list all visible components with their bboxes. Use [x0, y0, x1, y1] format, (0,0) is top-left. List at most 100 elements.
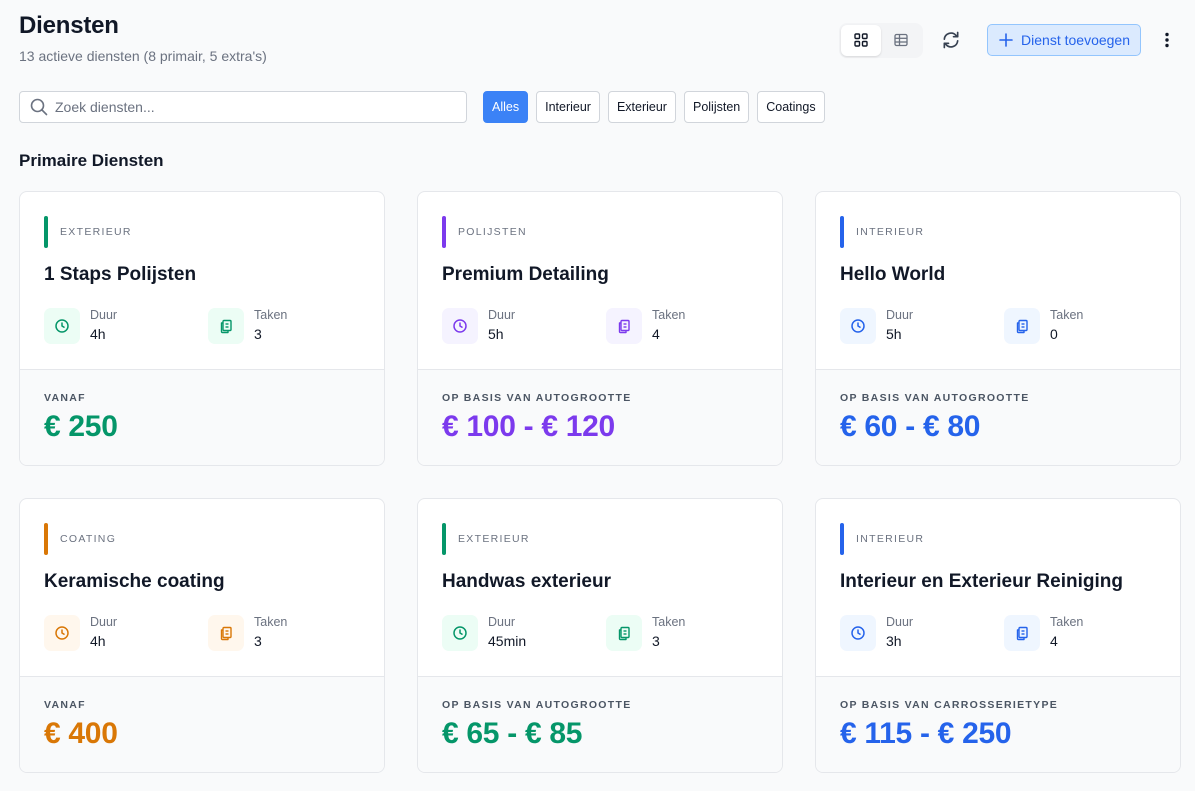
category-label: COATING — [60, 533, 117, 545]
tasks-label: Taken — [254, 614, 288, 629]
price-label: OP BASIS VAN AUTOGROOTTE — [840, 392, 1030, 404]
grid-icon — [854, 33, 868, 47]
search-icon — [30, 98, 48, 116]
clipboard-icon — [220, 626, 232, 641]
duration-value: 5h — [886, 325, 902, 342]
price-label: VANAF — [44, 392, 86, 404]
grid-view-button[interactable] — [841, 24, 882, 56]
price-label: OP BASIS VAN AUTOGROOTTE — [442, 699, 632, 711]
price-value: € 100 - € 120 — [442, 410, 615, 443]
price-section: VANAF € 400 — [20, 676, 384, 772]
price-label: VANAF — [44, 699, 86, 711]
tasks-icon-box — [606, 615, 642, 651]
clock-icon — [453, 626, 467, 640]
tasks-value: 4 — [1050, 632, 1058, 649]
service-category: POLIJSTEN — [442, 216, 527, 248]
duration-icon-box — [44, 308, 80, 344]
filter-interieur[interactable]: Interieur — [536, 91, 600, 123]
duration-label: Duur — [488, 614, 516, 629]
tasks-label: Taken — [1050, 614, 1084, 629]
filter-all[interactable]: Alles — [483, 91, 529, 123]
refresh-icon — [943, 31, 959, 49]
service-category: COATING — [44, 523, 116, 555]
more-vertical-icon — [1165, 32, 1169, 48]
filter-polijsten[interactable]: Polijsten — [683, 91, 750, 123]
duration-value: 4h — [90, 325, 106, 342]
service-name: 1 Staps Polijsten — [44, 264, 197, 285]
tasks-icon-box — [606, 308, 642, 344]
service-card[interactable]: COATING Keramische coating Duur 4h Taken — [19, 498, 385, 773]
service-name: Keramische coating — [44, 571, 225, 592]
clock-icon — [55, 319, 69, 333]
price-value: € 115 - € 250 — [840, 717, 1012, 750]
clipboard-icon — [220, 319, 232, 334]
duration-icon-box — [840, 308, 876, 344]
tasks-value: 3 — [254, 632, 262, 649]
tasks-stat: Taken 3 — [606, 615, 685, 651]
service-card[interactable]: POLIJSTEN Premium Detailing Duur 5h Take… — [417, 191, 783, 466]
service-card[interactable]: INTERIEUR Interieur en Exterieur Reinigi… — [815, 498, 1181, 773]
tasks-stat: Taken 0 — [1004, 308, 1083, 344]
tasks-stat: Taken 3 — [208, 308, 287, 344]
price-section: VANAF € 250 — [20, 369, 384, 465]
service-card[interactable]: INTERIEUR Hello World Duur 5h Taken 0 OP… — [815, 191, 1181, 466]
price-label: OP BASIS VAN AUTOGROOTTE — [442, 392, 632, 404]
service-category: INTERIEUR — [840, 523, 924, 555]
duration-label: Duur — [90, 307, 118, 322]
service-category: EXTERIEUR — [44, 216, 132, 248]
service-name: Interieur en Exterieur Reiniging — [840, 571, 1123, 592]
duration-icon-box — [442, 308, 478, 344]
tasks-label: Taken — [1050, 307, 1084, 322]
more-options-button[interactable] — [1157, 24, 1177, 56]
category-accent-bar — [442, 523, 446, 555]
service-name: Hello World — [840, 264, 946, 285]
tasks-value: 3 — [652, 632, 660, 649]
add-service-label: Dienst toevoegen — [1021, 32, 1130, 48]
service-name: Premium Detailing — [442, 264, 609, 285]
category-label: EXTERIEUR — [458, 533, 530, 545]
tasks-label: Taken — [254, 307, 288, 322]
category-label: POLIJSTEN — [458, 226, 527, 238]
duration-icon-box — [840, 615, 876, 651]
duration-label: Duur — [886, 614, 914, 629]
duration-icon-box — [44, 615, 80, 651]
category-accent-bar — [44, 523, 48, 555]
duration-stat: Duur 4h — [44, 615, 117, 651]
refresh-button[interactable] — [933, 22, 969, 58]
tasks-icon-box — [1004, 615, 1040, 651]
tasks-value: 0 — [1050, 325, 1058, 342]
tasks-label: Taken — [652, 307, 686, 322]
search-input[interactable] — [55, 99, 435, 115]
filter-exterieur[interactable]: Exterieur — [607, 91, 676, 123]
duration-value: 45min — [488, 632, 527, 649]
tasks-stat: Taken 4 — [1004, 615, 1083, 651]
duration-stat: Duur 5h — [442, 308, 515, 344]
price-section: OP BASIS VAN AUTOGROOTTE € 65 - € 85 — [418, 676, 782, 772]
category-accent-bar — [840, 216, 844, 248]
price-label: OP BASIS VAN CARROSSERIETYPE — [840, 699, 1059, 711]
add-service-button[interactable]: Dienst toevoegen — [987, 24, 1141, 56]
duration-value: 3h — [886, 632, 902, 649]
category-accent-bar — [442, 216, 446, 248]
view-toggle — [839, 22, 924, 58]
service-name: Handwas exterieur — [442, 571, 611, 592]
tasks-value: 4 — [652, 325, 660, 342]
duration-stat: Duur 5h — [840, 308, 913, 344]
price-value: € 65 - € 85 — [442, 717, 583, 750]
page-title: Diensten — [19, 12, 119, 39]
service-card[interactable]: EXTERIEUR 1 Staps Polijsten Duur 4h Take… — [19, 191, 385, 466]
price-section: OP BASIS VAN AUTOGROOTTE € 60 - € 80 — [816, 369, 1180, 465]
page-header: Diensten 13 actieve diensten (8 primair,… — [19, 12, 267, 64]
clock-icon — [851, 626, 865, 640]
table-view-button[interactable] — [881, 25, 921, 56]
service-card[interactable]: EXTERIEUR Handwas exterieur Duur 45min T… — [417, 498, 783, 773]
price-value: € 400 — [44, 717, 118, 750]
category-label: INTERIEUR — [856, 533, 925, 545]
clipboard-icon — [618, 319, 630, 334]
clipboard-icon — [618, 626, 630, 641]
filter-coatings[interactable]: Coatings — [757, 91, 825, 123]
page-subtitle: 13 actieve diensten (8 primair, 5 extra'… — [19, 48, 267, 64]
table-icon — [894, 33, 908, 47]
price-value: € 250 — [44, 410, 118, 443]
clipboard-icon — [1016, 626, 1028, 641]
